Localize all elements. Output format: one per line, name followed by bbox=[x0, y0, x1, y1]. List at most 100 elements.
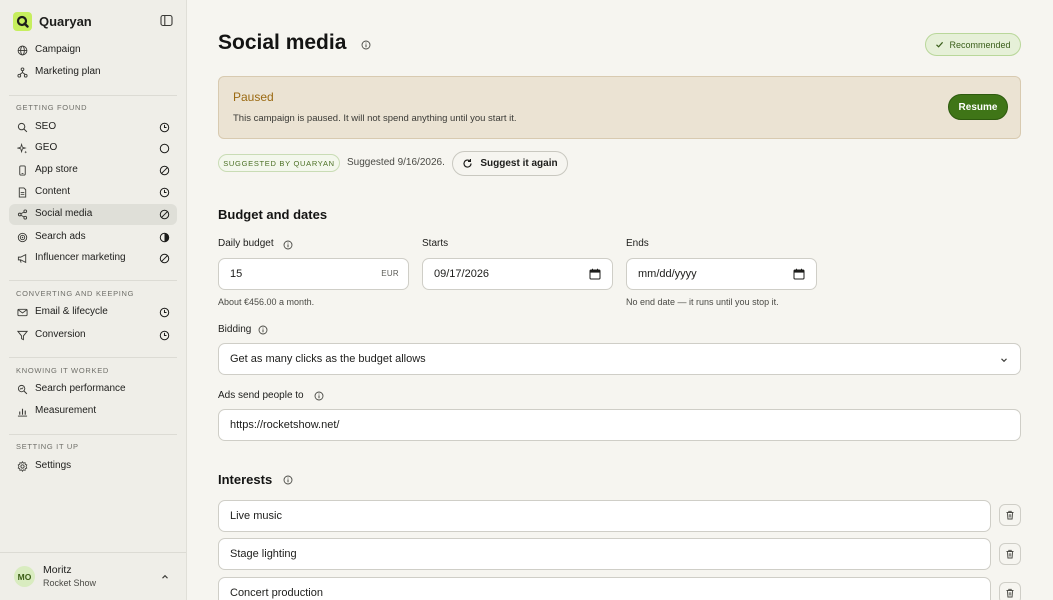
interest-value: Stage lighting bbox=[230, 548, 297, 560]
ends-help: No end date — it runs until you stop it. bbox=[626, 297, 779, 307]
daily-budget-input[interactable]: 15 EUR bbox=[218, 258, 409, 290]
delete-interest-button[interactable] bbox=[999, 582, 1021, 600]
sidebar-divider bbox=[9, 434, 177, 435]
clock-status-icon bbox=[159, 122, 170, 133]
info-icon[interactable] bbox=[361, 40, 371, 50]
interest-input[interactable]: Stage lighting bbox=[218, 538, 991, 570]
sidebar-item-search-performance[interactable]: Search performance bbox=[9, 379, 177, 400]
delete-interest-button[interactable] bbox=[999, 504, 1021, 526]
ends-date-placeholder: mm/dd/yyyy bbox=[638, 268, 697, 280]
blocked-status-icon bbox=[159, 253, 170, 264]
paused-title: Paused bbox=[233, 90, 274, 104]
interest-value: Live music bbox=[230, 510, 282, 522]
ads-url-value: https://rocketshow.net/ bbox=[230, 419, 340, 431]
sidebar: Quaryan Campaign Marketing plan GETTING … bbox=[0, 0, 187, 600]
gear-icon bbox=[17, 461, 28, 472]
suggested-date: Suggested 9/16/2026. bbox=[347, 157, 445, 168]
sidebar-item-search-ads[interactable]: Search ads bbox=[9, 227, 177, 248]
suggest-again-label: Suggest it again bbox=[480, 158, 558, 169]
sidebar-item-email-lifecycle[interactable]: Email & lifecycle bbox=[9, 302, 177, 323]
sidebar-item-label: Email & lifecycle bbox=[35, 306, 108, 317]
sidebar-item-campaign[interactable]: Campaign bbox=[9, 40, 177, 61]
interests-heading: Interests bbox=[218, 472, 273, 487]
suggest-again-button[interactable]: Suggest it again bbox=[452, 151, 568, 176]
delete-interest-button[interactable] bbox=[999, 543, 1021, 565]
sidebar-item-label: Content bbox=[35, 186, 71, 197]
circle-status-icon bbox=[159, 143, 170, 154]
section-label-knowing: KNOWING IT WORKED bbox=[16, 366, 110, 375]
starts-label: Starts bbox=[422, 238, 449, 249]
calendar-icon[interactable] bbox=[589, 268, 601, 280]
starts-date-value: 09/17/2026 bbox=[434, 268, 490, 280]
currency-suffix: EUR bbox=[381, 269, 399, 278]
user-menu[interactable]: MO Moritz Rocket Show bbox=[0, 552, 186, 600]
budget-heading: Budget and dates bbox=[218, 207, 328, 222]
section-label-converting: CONVERTING AND KEEPING bbox=[16, 289, 135, 298]
app-name: Quaryan bbox=[39, 13, 92, 29]
blocked-status-icon bbox=[159, 209, 170, 220]
sidebar-item-influencer-marketing[interactable]: Influencer marketing bbox=[9, 248, 177, 269]
recommended-badge: Recommended bbox=[925, 33, 1021, 56]
info-icon[interactable] bbox=[283, 240, 293, 250]
sidebar-item-app-store[interactable]: App store bbox=[9, 160, 177, 181]
interest-input[interactable]: Concert production bbox=[218, 577, 991, 600]
ads-send-label: Ads send people to bbox=[218, 390, 304, 401]
branch-icon bbox=[17, 67, 28, 78]
info-icon[interactable] bbox=[283, 475, 293, 485]
ends-label: Ends bbox=[626, 238, 649, 249]
bidding-label: Bidding bbox=[218, 324, 252, 335]
starts-date-input[interactable]: 09/17/2026 bbox=[422, 258, 613, 290]
sidebar-item-label: SEO bbox=[35, 121, 57, 132]
calendar-icon[interactable] bbox=[793, 268, 805, 280]
suggested-badge: SUGGESTED BY QUARYAN bbox=[218, 154, 340, 172]
bidding-select[interactable]: Get as many clicks as the budget allows bbox=[218, 343, 1021, 375]
sidebar-item-social-media[interactable]: Social media bbox=[9, 204, 177, 225]
ads-url-input[interactable]: https://rocketshow.net/ bbox=[218, 409, 1021, 441]
sidebar-toggle-icon[interactable] bbox=[160, 14, 174, 28]
brand[interactable]: Quaryan bbox=[13, 11, 92, 31]
info-icon[interactable] bbox=[258, 325, 268, 335]
sidebar-divider bbox=[9, 95, 177, 96]
refresh-icon bbox=[463, 159, 472, 168]
sidebar-item-label: Influencer marketing bbox=[35, 252, 126, 263]
recommended-label: Recommended bbox=[949, 39, 1011, 50]
daily-budget-value: 15 bbox=[230, 268, 243, 280]
ends-date-input[interactable]: mm/dd/yyyy bbox=[626, 258, 817, 290]
sidebar-item-content[interactable]: Content bbox=[9, 182, 177, 203]
chevron-down-icon bbox=[1001, 358, 1007, 363]
section-label-setting-up: SETTING IT UP bbox=[16, 442, 79, 451]
clock-status-icon bbox=[159, 330, 170, 341]
sidebar-item-label: Conversion bbox=[35, 329, 86, 340]
sidebar-item-settings[interactable]: Settings bbox=[9, 456, 177, 477]
bar-chart-icon bbox=[17, 408, 28, 417]
sidebar-item-label: Settings bbox=[35, 460, 72, 471]
trash-icon bbox=[1006, 549, 1014, 559]
info-icon[interactable] bbox=[314, 391, 324, 401]
clock-status-icon bbox=[159, 187, 170, 198]
sidebar-item-label: Marketing plan bbox=[35, 66, 101, 77]
daily-budget-label: Daily budget bbox=[218, 238, 274, 249]
search-icon bbox=[17, 122, 28, 133]
daily-budget-help: About €456.00 a month. bbox=[218, 297, 315, 307]
sidebar-item-geo[interactable]: GEO bbox=[9, 138, 177, 159]
chevron-up-icon bbox=[162, 574, 168, 579]
globe-icon bbox=[17, 45, 28, 56]
sidebar-item-label: GEO bbox=[35, 142, 58, 153]
interest-input[interactable]: Live music bbox=[218, 500, 991, 532]
sidebar-divider bbox=[9, 357, 177, 358]
sidebar-item-seo[interactable]: SEO bbox=[9, 117, 177, 138]
sidebar-item-measurement[interactable]: Measurement bbox=[9, 401, 177, 422]
user-org: Rocket Show bbox=[43, 578, 97, 588]
sidebar-item-conversion[interactable]: Conversion bbox=[9, 325, 177, 346]
resume-button[interactable]: Resume bbox=[948, 94, 1008, 120]
sidebar-item-label: Social media bbox=[35, 208, 93, 219]
paused-text: This campaign is paused. It will not spe… bbox=[233, 113, 517, 124]
trash-icon bbox=[1006, 588, 1014, 598]
blocked-status-icon bbox=[159, 165, 170, 176]
sidebar-item-label: Measurement bbox=[35, 405, 97, 416]
trash-icon bbox=[1006, 510, 1014, 520]
bidding-value: Get as many clicks as the budget allows bbox=[230, 353, 426, 365]
phone-icon bbox=[19, 165, 26, 176]
share-icon bbox=[17, 209, 28, 220]
sidebar-item-marketing-plan[interactable]: Marketing plan bbox=[9, 62, 177, 83]
